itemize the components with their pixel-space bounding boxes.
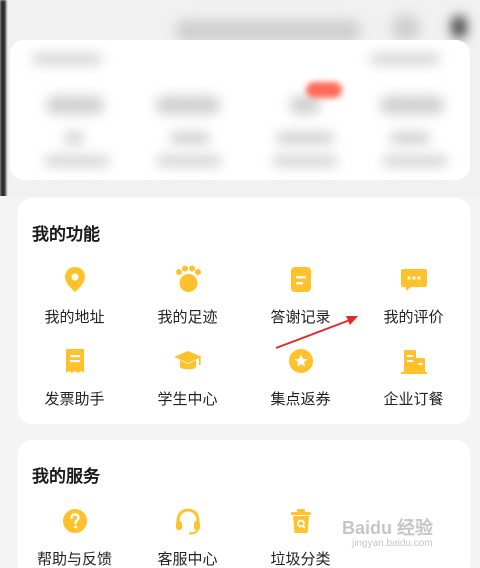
features-title: 我的功能 xyxy=(32,225,100,245)
feature-label: 发票助手 xyxy=(44,390,105,408)
watermark-url: jingyan.baidu.com xyxy=(352,538,433,549)
features-card: 我的功能 我的地址 我的足迹 答谢记录 我的评价 发票助手 学生中心 集点返券 … xyxy=(18,198,470,424)
feature-label: 我的地址 xyxy=(44,308,105,326)
feature-collect-points[interactable]: 集点返券 xyxy=(244,346,357,409)
document-icon xyxy=(290,267,311,292)
feature-label: 集点返券 xyxy=(270,390,331,408)
service-label: 垃圾分类 xyxy=(270,550,331,568)
feature-label: 学生中心 xyxy=(157,390,218,408)
blurred-stats-card xyxy=(10,40,470,180)
feature-label: 我的足迹 xyxy=(157,308,218,326)
trash-bin-icon xyxy=(290,509,311,533)
services-title: 我的服务 xyxy=(32,467,100,487)
feature-label: 我的评价 xyxy=(383,308,444,326)
service-help-feedback[interactable]: 帮助与反馈 xyxy=(18,506,131,568)
service-label: 客服中心 xyxy=(157,550,218,568)
star-coin-icon xyxy=(288,349,313,373)
service-garbage-sorting[interactable]: 垃圾分类 xyxy=(244,506,357,568)
chat-bubble-icon xyxy=(400,269,427,291)
feature-my-footprint[interactable]: 我的足迹 xyxy=(131,264,244,327)
building-icon xyxy=(400,350,427,374)
feature-my-address[interactable]: 我的地址 xyxy=(18,264,131,327)
feature-label: 企业订餐 xyxy=(383,390,444,408)
invoice-icon xyxy=(65,349,84,373)
footprint-icon xyxy=(175,265,201,292)
headset-icon xyxy=(175,508,200,535)
blurred-icon xyxy=(452,16,466,38)
blurred-icon xyxy=(392,14,420,42)
service-label: 帮助与反馈 xyxy=(36,550,112,568)
blurred-username xyxy=(176,20,360,42)
graduation-cap-icon xyxy=(173,351,202,370)
feature-student-center[interactable]: 学生中心 xyxy=(131,346,244,409)
blurred-profile-area xyxy=(0,0,480,196)
baidu-watermark: Baidu 经验 jingyan.baidu.com xyxy=(342,514,462,554)
feature-label: 答谢记录 xyxy=(270,308,331,326)
location-pin-icon xyxy=(64,267,85,292)
feature-corporate-ordering[interactable]: 企业订餐 xyxy=(357,346,470,409)
service-customer-center[interactable]: 客服中心 xyxy=(131,506,244,568)
feature-invoice-assistant[interactable]: 发票助手 xyxy=(18,346,131,409)
watermark-brand: Baidu 经验 xyxy=(342,518,434,538)
help-icon xyxy=(62,509,87,533)
feature-my-reviews[interactable]: 我的评价 xyxy=(357,264,470,327)
feature-thanks-record[interactable]: 答谢记录 xyxy=(244,264,357,327)
edge-strip xyxy=(0,0,6,196)
